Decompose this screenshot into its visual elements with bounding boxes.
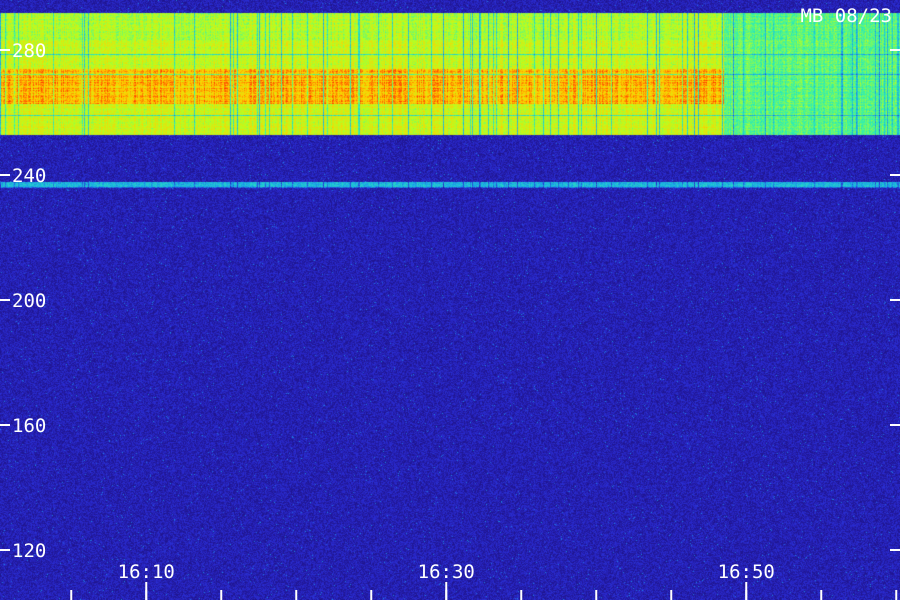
y-tick-label: 280 <box>12 40 46 62</box>
x-tick-label: 16:30 <box>418 561 475 583</box>
axes-overlay: 120 160 200 240 280 16:10 16:30 16:50 MB 08/23 <box>0 5 900 600</box>
y-axis: 120 160 200 240 280 <box>0 40 900 562</box>
spectrogram-plot: 120 160 200 240 280 16:10 16:30 16:50 MB 08/23 <box>0 0 900 600</box>
x-tick-label: 16:50 <box>718 561 775 583</box>
y-tick-label: 120 <box>12 540 46 562</box>
y-tick-label: 240 <box>12 165 46 187</box>
chart-title: MB 08/23 <box>800 5 892 27</box>
x-tick-label: 16:10 <box>118 561 175 583</box>
y-tick-label: 200 <box>12 290 46 312</box>
x-axis: 16:10 16:30 16:50 <box>70 561 898 600</box>
y-tick-label: 160 <box>12 415 46 437</box>
